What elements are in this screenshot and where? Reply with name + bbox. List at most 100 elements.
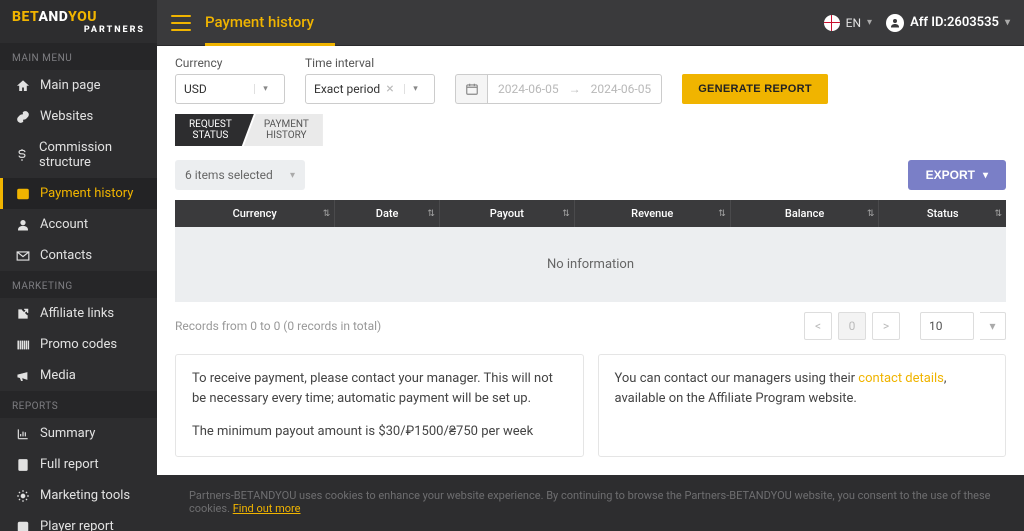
tab-payment-history[interactable]: PAYMENTHISTORY [244, 114, 323, 146]
sidebar-item-label: Main page [40, 78, 101, 93]
calendar-icon [455, 74, 487, 104]
sidebar-item-full-report[interactable]: Full report [0, 449, 157, 480]
topbar: Payment history EN ▾ Aff ID:2603535 ▾ [157, 0, 1024, 46]
sidebar-item-payment-history[interactable]: Payment history [0, 178, 157, 209]
sidebar-item-label: Summary [40, 426, 95, 441]
sidebar-item-main-page[interactable]: Main page [0, 70, 157, 101]
sidebar-item-contacts[interactable]: Contacts [0, 240, 157, 271]
sidebar: BETANDYOU PARTNERS MAIN MENUMain pageWeb… [0, 0, 157, 531]
flag-icon [824, 15, 840, 31]
sidebar-item-marketing-tools[interactable]: Marketing tools [0, 480, 157, 511]
dollar-icon [15, 148, 29, 163]
interval-value: Exact period [314, 82, 380, 96]
interval-label: Time interval [305, 56, 435, 70]
date-from: 2024-06-05 [498, 82, 559, 96]
external-icon [15, 306, 30, 321]
info-card-payment: To receive payment, please contact your … [175, 354, 584, 457]
col-balance[interactable]: Balance⇅ [730, 200, 879, 227]
sort-icon: ⇅ [427, 209, 433, 219]
sidebar-item-label: Commission structure [39, 140, 145, 170]
chevron-down-icon: ▾ [404, 84, 426, 94]
tools-icon [15, 488, 30, 503]
mail-icon [15, 248, 30, 263]
sidebar-item-label: Full report [40, 457, 99, 472]
sidebar-item-websites[interactable]: Websites [0, 101, 157, 132]
chevron-down-icon: ▾ [867, 17, 872, 28]
cookie-more-link[interactable]: Find out more [233, 502, 301, 515]
date-range-picker[interactable]: 2024-06-05 → 2024-06-05 [455, 74, 662, 104]
info-text: You can contact our managers using their [615, 371, 859, 386]
language-code: EN [846, 16, 861, 30]
payments-table: Currency⇅Date⇅Payout⇅Revenue⇅Balance⇅Sta… [175, 200, 1006, 302]
export-button[interactable]: EXPORT ▾ [908, 160, 1006, 190]
sidebar-item-label: Contacts [40, 248, 92, 263]
megaphone-icon [15, 368, 30, 383]
export-label: EXPORT [926, 168, 975, 182]
sidebar-heading: MARKETING [0, 271, 157, 298]
sidebar-item-affiliate-links[interactable]: Affiliate links [0, 298, 157, 329]
page-size-select[interactable]: 10 [920, 312, 974, 340]
page-title: Payment history [205, 13, 335, 31]
players-icon [15, 519, 30, 531]
sidebar-item-label: Account [40, 217, 88, 232]
affiliate-menu[interactable]: Aff ID:2603535 ▾ [886, 14, 1010, 32]
cookie-text: Partners-BETANDYOU uses cookies to enhan… [189, 489, 991, 515]
currency-value: USD [184, 82, 207, 96]
sidebar-item-commission-structure[interactable]: Commission structure [0, 132, 157, 178]
chevron-down-icon: ▾ [290, 170, 295, 181]
menu-toggle-icon[interactable] [171, 15, 191, 31]
sort-icon: ⇅ [718, 209, 724, 219]
language-selector[interactable]: EN ▾ [824, 15, 872, 31]
info-text: The minimum payout amount is $30/₽1500/₴… [192, 422, 567, 442]
user-icon [15, 217, 30, 232]
tabs: REQUESTSTATUS PAYMENTHISTORY [157, 110, 1024, 146]
clear-icon[interactable]: × [380, 81, 399, 97]
contact-details-link[interactable]: contact details [858, 371, 944, 386]
sort-icon: ⇅ [562, 209, 568, 219]
sidebar-item-media[interactable]: Media [0, 360, 157, 391]
footer: Partners-BETANDYOU uses cookies to enhan… [157, 475, 1024, 531]
sidebar-item-label: Promo codes [40, 337, 117, 352]
sidebar-item-summary[interactable]: Summary [0, 418, 157, 449]
logo-part-bet: BET [12, 9, 38, 25]
col-currency[interactable]: Currency⇅ [175, 200, 335, 227]
chevron-down-icon: ▾ [983, 170, 988, 181]
currency-select[interactable]: USD ▾ [175, 74, 285, 104]
col-date[interactable]: Date⇅ [335, 200, 440, 227]
info-card-contact: You can contact our managers using their… [598, 354, 1007, 457]
interval-select[interactable]: Exact period × ▾ [305, 74, 435, 104]
sidebar-item-promo-codes[interactable]: Promo codes [0, 329, 157, 360]
records-summary: Records from 0 to 0 (0 records in total) [175, 319, 381, 333]
column-selector[interactable]: 6 items selected ▾ [175, 160, 305, 190]
logo-sub: PARTNERS [84, 25, 145, 35]
list-icon [15, 186, 30, 201]
brand-logo[interactable]: BETANDYOU PARTNERS [0, 0, 157, 43]
affiliate-id: Aff ID:2603535 [910, 15, 999, 30]
link-icon [15, 109, 30, 124]
col-payout[interactable]: Payout⇅ [439, 200, 574, 227]
chevron-down-icon: ▾ [254, 84, 276, 94]
pager-current: 0 [838, 312, 866, 340]
chart-icon [15, 426, 30, 441]
pager-next-button[interactable]: > [872, 312, 900, 340]
column-selector-label: 6 items selected [185, 168, 273, 182]
col-status[interactable]: Status⇅ [879, 200, 1006, 227]
sidebar-item-label: Player report [40, 519, 114, 531]
sidebar-heading: REPORTS [0, 391, 157, 418]
logo-part-and: AND [38, 9, 68, 25]
tab-request-label: REQUESTSTATUS [189, 119, 232, 141]
generate-report-button[interactable]: GENERATE REPORT [682, 74, 828, 104]
chevron-down-icon[interactable]: ▾ [980, 312, 1006, 340]
pager-prev-button[interactable]: < [804, 312, 832, 340]
sort-icon: ⇅ [994, 209, 1000, 219]
date-to: 2024-06-05 [591, 82, 652, 96]
sidebar-item-label: Marketing tools [40, 488, 130, 503]
sidebar-item-label: Affiliate links [40, 306, 114, 321]
col-revenue[interactable]: Revenue⇅ [574, 200, 730, 227]
sidebar-item-label: Media [40, 368, 76, 383]
tab-request-status[interactable]: REQUESTSTATUS [175, 114, 254, 146]
logo-part-you: YOU [68, 9, 97, 25]
tab-history-label: PAYMENTHISTORY [264, 119, 309, 141]
sidebar-item-account[interactable]: Account [0, 209, 157, 240]
sidebar-item-player-report[interactable]: Player report [0, 511, 157, 531]
